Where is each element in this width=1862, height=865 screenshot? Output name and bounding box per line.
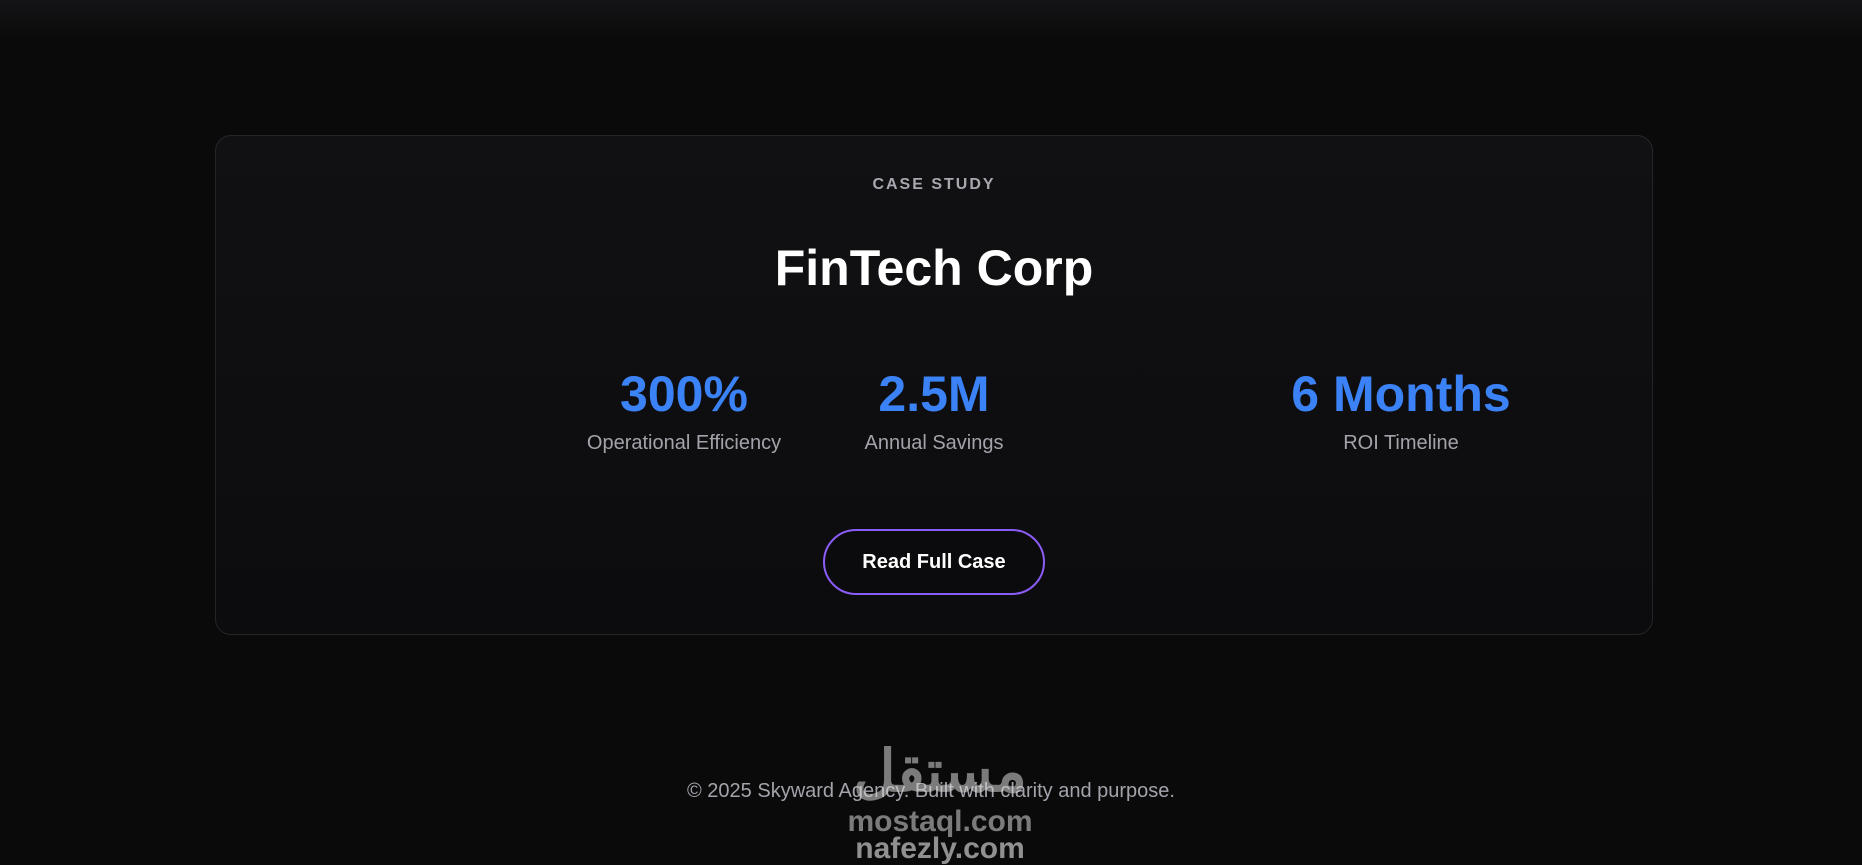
stat-annual-savings: 2.5M Annual Savings	[784, 364, 1084, 456]
top-bar	[0, 0, 1862, 36]
stat-value: 2.5M	[878, 366, 990, 422]
footer-copyright: © 2025 Skyward Agency. Built with clarit…	[687, 780, 1175, 802]
case-study-card: CASE STUDY FinTech Corp 300% Operational…	[215, 135, 1653, 635]
stat-label: ROI Timeline	[1343, 432, 1459, 454]
case-study-title: FinTech Corp	[774, 240, 1094, 296]
stat-value: 6 Months	[1291, 366, 1511, 422]
watermark-nafezly-text: nafezly.com	[855, 832, 1025, 865]
stat-roi-timeline: 6 Months ROI Timeline	[1251, 364, 1551, 456]
stat-label: Annual Savings	[864, 432, 1004, 454]
read-full-case-button[interactable]: Read Full Case	[823, 529, 1045, 595]
watermark-mostaql-text: mostaql.com	[847, 805, 1033, 838]
case-study-eyebrow: CASE STUDY	[872, 176, 996, 193]
